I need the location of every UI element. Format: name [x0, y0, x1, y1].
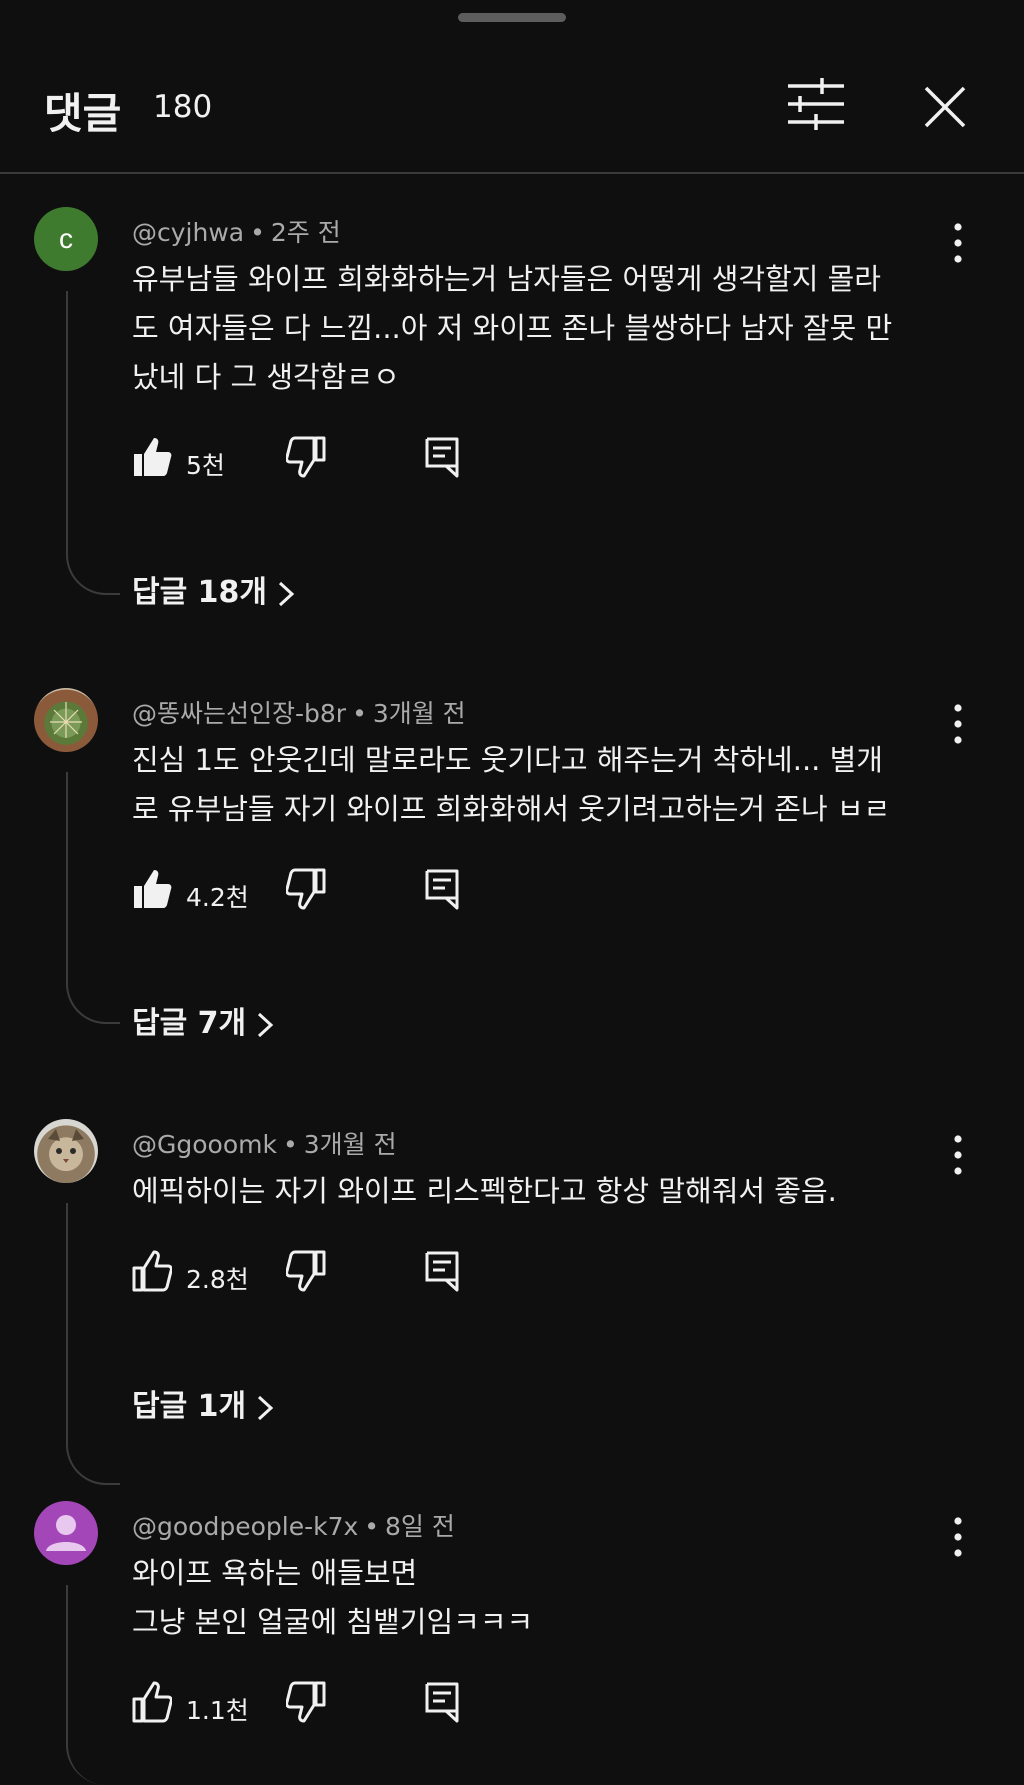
separator-dot: •: [282, 1130, 298, 1159]
comment-time: 3개월 전: [303, 1130, 397, 1159]
comment-author[interactable]: @Ggooomk: [132, 1130, 277, 1159]
comment-meta: @goodpeople-k7x • 8일 전: [132, 1507, 455, 1543]
cat-avatar-icon: [48, 1129, 84, 1163]
comment-text: 에픽하이는 자기 와이프 리스펙한다고 항상 말해줘서 좋음.: [132, 1174, 837, 1208]
like-button[interactable]: [132, 1250, 173, 1296]
avatar[interactable]: c: [34, 207, 98, 271]
avatar[interactable]: [34, 1501, 98, 1565]
chevron-right-icon: [278, 581, 295, 606]
like-button[interactable]: [132, 436, 172, 482]
separator-dot: •: [352, 699, 367, 728]
comment-text: 진심 1도 안웃긴데 말로라도 웃기다고 해주는거 착하네... 별개 로 유부…: [132, 743, 891, 826]
replies-label: 답글 1개: [132, 1389, 247, 1424]
like-count: 2.8천: [186, 1265, 249, 1294]
view-replies-button[interactable]: 답글 1개: [132, 1381, 274, 1425]
close-button[interactable]: [920, 82, 970, 132]
comment-icon: [425, 437, 459, 478]
thumbs-down-icon: [285, 436, 326, 478]
comment-time: 3개월 전: [372, 699, 466, 728]
comment-icon: [425, 1682, 459, 1723]
thread-line: [66, 1203, 120, 1485]
avatar-letter: c: [59, 223, 73, 254]
avatar[interactable]: [34, 1119, 98, 1183]
reply-button[interactable]: [424, 436, 460, 482]
comment-meta: @똥싸는선인장-b8r • 3개월 전: [132, 694, 466, 730]
thumbs-down-icon: [285, 1250, 326, 1292]
replies-label: 답글 7개: [132, 1006, 247, 1041]
replies-label: 답글 18개: [132, 575, 267, 610]
like-button[interactable]: [132, 1681, 173, 1727]
comment-text: 유부남들 와이프 희화화하는거 남자들은 어떻게 생각할지 몰라 도 여자들은 …: [132, 262, 893, 394]
comment-author[interactable]: @cyjhwa: [132, 218, 244, 247]
thumbs-down-icon: [285, 1681, 326, 1723]
separator-dot: •: [250, 218, 265, 247]
thumbs-up-filled-icon: [134, 870, 172, 908]
sort-filter-button[interactable]: [786, 76, 846, 132]
dislike-button[interactable]: [285, 1250, 326, 1296]
comment-author[interactable]: @goodpeople-k7x: [132, 1512, 358, 1541]
comment-text: 와이프 욕하는 애들보면 그냥 본인 얼굴에 침뱉기임ㅋㅋㅋ: [132, 1556, 534, 1639]
like-count: 4.2천: [186, 883, 249, 912]
close-icon: [924, 86, 966, 128]
chevron-right-icon: [258, 1012, 274, 1037]
like-count: 1.1천: [186, 1696, 249, 1725]
like-count: 5천: [186, 451, 225, 480]
thread-line: [66, 1585, 120, 1785]
avatar[interactable]: [34, 688, 98, 752]
comment-meta: @cyjhwa • 2주 전: [132, 213, 341, 249]
separator-dot: •: [364, 1512, 380, 1541]
comment-icon: [425, 869, 459, 910]
dislike-button[interactable]: [285, 436, 326, 482]
reply-button[interactable]: [424, 1250, 460, 1296]
like-button[interactable]: [132, 868, 172, 914]
thumbs-up-icon: [132, 1681, 173, 1723]
view-replies-button[interactable]: 답글 7개: [132, 998, 274, 1042]
reply-button[interactable]: [424, 1681, 460, 1727]
comments-header: 댓글 180: [0, 0, 1024, 174]
thumbs-up-filled-icon: [134, 438, 172, 476]
thumbs-up-icon: [132, 1250, 173, 1292]
comment-time: 2주 전: [270, 218, 341, 247]
dislike-button[interactable]: [285, 868, 326, 914]
reply-button[interactable]: [424, 868, 460, 914]
thread-line: [66, 772, 120, 1024]
sliders-icon: [788, 78, 844, 130]
thread-line: [66, 291, 120, 595]
cactus-avatar-icon: [50, 702, 82, 738]
view-replies-button[interactable]: 답글 18개: [132, 567, 295, 611]
chevron-right-icon: [258, 1395, 274, 1420]
comment-time: 8일 전: [385, 1512, 455, 1541]
comments-title: 댓글: [44, 89, 122, 138]
user-avatar-icon: [46, 1515, 86, 1551]
comment-meta: @Ggooomk • 3개월 전: [132, 1125, 397, 1161]
comment-icon: [425, 1251, 459, 1292]
comment-author[interactable]: @똥싸는선인장-b8r: [132, 699, 346, 728]
thumbs-down-icon: [285, 868, 326, 910]
comments-count: 180: [153, 89, 213, 125]
dislike-button[interactable]: [285, 1681, 326, 1727]
